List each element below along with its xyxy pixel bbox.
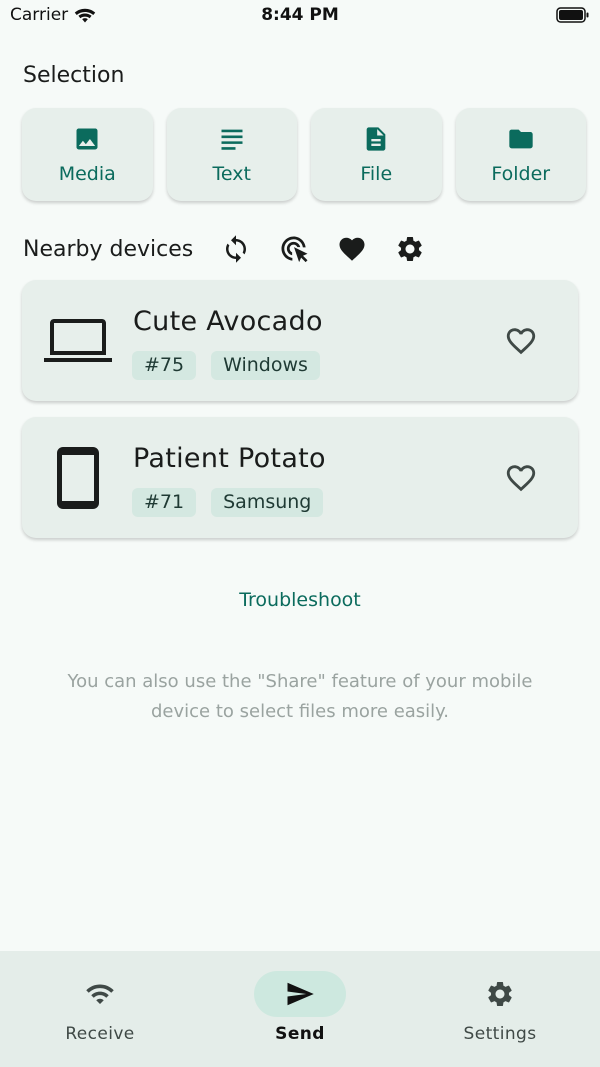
- favorites-button[interactable]: [335, 232, 369, 266]
- laptop-icon: [44, 310, 112, 372]
- battery-icon: [556, 7, 590, 27]
- bottom-navigation: Receive Send Settings: [0, 951, 600, 1067]
- text-button[interactable]: Text: [166, 108, 297, 201]
- nearby-devices-title: Nearby devices: [23, 236, 194, 262]
- target-cursor-icon: [281, 236, 308, 263]
- device-card-patient-potato[interactable]: Patient Potato #71 Samsung: [22, 417, 578, 538]
- gear-icon: [488, 982, 512, 1006]
- nav-settings-label: Settings: [463, 1024, 537, 1044]
- media-button-label: Media: [58, 162, 116, 185]
- device-name: Patient Potato: [133, 443, 326, 474]
- folder-button-label: Folder: [491, 162, 551, 185]
- favorite-button[interactable]: [504, 461, 540, 495]
- media-button[interactable]: Media: [22, 108, 153, 201]
- folder-icon: [509, 129, 533, 148]
- status-time: 8:44 PM: [261, 5, 339, 25]
- heart-outline-icon: [506, 328, 536, 355]
- selection-title: Selection: [23, 63, 125, 88]
- nearby-settings-button[interactable]: [393, 232, 427, 266]
- nav-settings-pill: [454, 971, 546, 1017]
- device-id-tag: #71: [132, 488, 197, 517]
- troubleshoot-button[interactable]: Troubleshoot: [0, 589, 600, 611]
- status-bar: Carrier 8:44 PM: [0, 0, 600, 32]
- file-button-label: File: [360, 162, 393, 185]
- heart-outline-icon: [506, 465, 536, 492]
- nav-settings[interactable]: Settings: [400, 951, 600, 1067]
- send-icon: [287, 982, 314, 1006]
- device-type-tag: Windows: [211, 351, 320, 380]
- share-hint-text: You can also use the "Share" feature of …: [67, 671, 533, 722]
- text-lines-icon: [221, 129, 243, 150]
- device-id-tag: #75: [132, 351, 197, 380]
- nav-send-label: Send: [275, 1024, 325, 1044]
- device-name: Cute Avocado: [133, 306, 323, 337]
- selection-buttons: Media Text File Folder: [22, 108, 586, 201]
- nearby-devices-header: Nearby devices: [23, 232, 451, 266]
- file-icon: [366, 126, 386, 151]
- image-icon: [76, 128, 98, 149]
- nav-send-pill: [254, 971, 346, 1017]
- device-tags: #71 Samsung: [132, 488, 324, 517]
- wifi-icon: [86, 984, 114, 1004]
- nav-send[interactable]: Send: [200, 951, 400, 1067]
- nav-receive[interactable]: Receive: [0, 951, 200, 1067]
- phone-icon: [44, 447, 112, 509]
- device-tags: #75 Windows: [132, 351, 320, 380]
- scan-button[interactable]: [277, 232, 311, 266]
- nav-receive-pill: [54, 971, 146, 1017]
- refresh-icon: [226, 235, 247, 263]
- folder-button[interactable]: Folder: [455, 108, 586, 201]
- file-button[interactable]: File: [311, 108, 442, 201]
- device-type-tag: Samsung: [211, 488, 324, 517]
- heart-filled-icon: [339, 237, 365, 261]
- gear-icon: [398, 237, 422, 261]
- text-button-label: Text: [212, 162, 251, 185]
- nav-receive-label: Receive: [65, 1024, 135, 1044]
- refresh-button[interactable]: [219, 232, 253, 266]
- favorite-button[interactable]: [504, 324, 540, 358]
- device-card-cute-avocado[interactable]: Cute Avocado #75 Windows: [22, 280, 578, 401]
